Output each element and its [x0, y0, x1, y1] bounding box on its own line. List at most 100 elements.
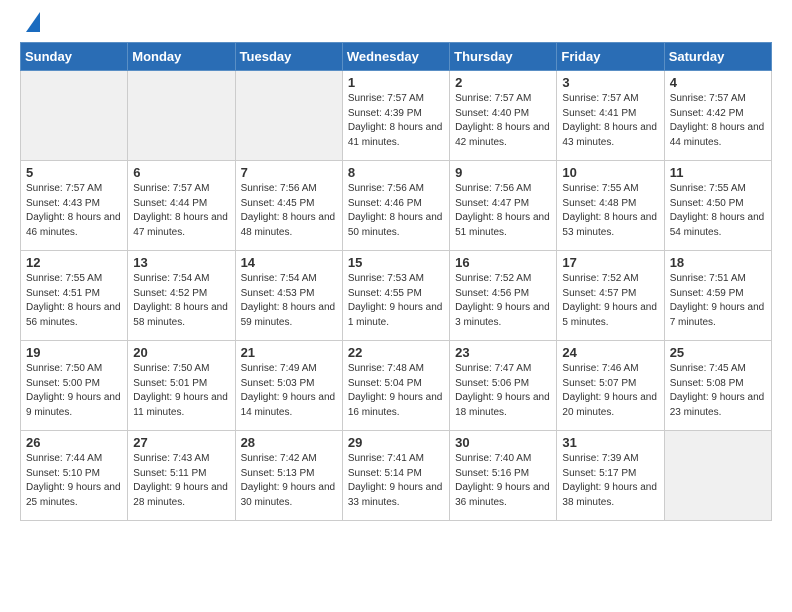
- day-content: Sunrise: 7:57 AM Sunset: 4:39 PM Dayligh…: [348, 92, 444, 150]
- day-content: Sunrise: 7:49 AM Sunset: 5:03 PM Dayligh…: [241, 362, 337, 420]
- calendar-cell: 1 Sunrise: 7:57 AM Sunset: 4:39 PM Daylig…: [342, 71, 449, 161]
- day-number: 31: [562, 435, 658, 450]
- calendar-cell: 7 Sunrise: 7:56 AM Sunset: 4:45 PM Daylig…: [235, 161, 342, 251]
- day-number: 24: [562, 345, 658, 360]
- day-content: Sunrise: 7:54 AM Sunset: 4:52 PM Dayligh…: [133, 272, 229, 330]
- day-header-thursday: Thursday: [450, 43, 557, 71]
- day-number: 14: [241, 255, 337, 270]
- day-number: 29: [348, 435, 444, 450]
- day-number: 11: [670, 165, 766, 180]
- day-content: Sunrise: 7:57 AM Sunset: 4:43 PM Dayligh…: [26, 182, 122, 240]
- week-row: 26 Sunrise: 7:44 AM Sunset: 5:10 PM Dayli…: [21, 431, 772, 521]
- calendar-cell: 16 Sunrise: 7:52 AM Sunset: 4:56 PM Dayli…: [450, 251, 557, 341]
- calendar-cell: 9 Sunrise: 7:56 AM Sunset: 4:47 PM Daylig…: [450, 161, 557, 251]
- day-content: Sunrise: 7:55 AM Sunset: 4:48 PM Dayligh…: [562, 182, 658, 240]
- day-content: Sunrise: 7:55 AM Sunset: 4:51 PM Dayligh…: [26, 272, 122, 330]
- day-content: Sunrise: 7:39 AM Sunset: 5:17 PM Dayligh…: [562, 452, 658, 510]
- calendar-cell: [21, 71, 128, 161]
- day-content: Sunrise: 7:56 AM Sunset: 4:46 PM Dayligh…: [348, 182, 444, 240]
- day-number: 12: [26, 255, 122, 270]
- day-content: Sunrise: 7:57 AM Sunset: 4:42 PM Dayligh…: [670, 92, 766, 150]
- day-content: Sunrise: 7:52 AM Sunset: 4:56 PM Dayligh…: [455, 272, 551, 330]
- calendar-cell: 30 Sunrise: 7:40 AM Sunset: 5:16 PM Dayli…: [450, 431, 557, 521]
- day-content: Sunrise: 7:50 AM Sunset: 5:00 PM Dayligh…: [26, 362, 122, 420]
- calendar-cell: 20Sunrise: 7:50 AM Sunset: 5:01 PM Dayli…: [128, 341, 235, 431]
- day-header-saturday: Saturday: [664, 43, 771, 71]
- header: [20, 16, 772, 32]
- day-number: 10: [562, 165, 658, 180]
- day-number: 1: [348, 75, 444, 90]
- day-header-monday: Monday: [128, 43, 235, 71]
- day-header-wednesday: Wednesday: [342, 43, 449, 71]
- calendar-cell: 29 Sunrise: 7:41 AM Sunset: 5:14 PM Dayli…: [342, 431, 449, 521]
- day-header-tuesday: Tuesday: [235, 43, 342, 71]
- day-content: Sunrise: 7:57 AM Sunset: 4:40 PM Dayligh…: [455, 92, 551, 150]
- calendar-cell: 14 Sunrise: 7:54 AM Sunset: 4:53 PM Dayli…: [235, 251, 342, 341]
- week-row: 5 Sunrise: 7:57 AM Sunset: 4:43 PM Daylig…: [21, 161, 772, 251]
- calendar-cell: 31 Sunrise: 7:39 AM Sunset: 5:17 PM Dayli…: [557, 431, 664, 521]
- day-number: 26: [26, 435, 122, 450]
- day-content: Sunrise: 7:51 AM Sunset: 4:59 PM Dayligh…: [670, 272, 766, 330]
- day-number: 2: [455, 75, 551, 90]
- day-number: 7: [241, 165, 337, 180]
- day-number: 15: [348, 255, 444, 270]
- calendar-cell: 6Sunrise: 7:57 AM Sunset: 4:44 PM Daylig…: [128, 161, 235, 251]
- calendar-cell: 4Sunrise: 7:57 AM Sunset: 4:42 PM Daylig…: [664, 71, 771, 161]
- calendar-cell: 23 Sunrise: 7:47 AM Sunset: 5:06 PM Dayli…: [450, 341, 557, 431]
- day-number: 22: [348, 345, 444, 360]
- day-content: Sunrise: 7:54 AM Sunset: 4:53 PM Dayligh…: [241, 272, 337, 330]
- calendar-table: SundayMondayTuesdayWednesdayThursdayFrid…: [20, 42, 772, 521]
- calendar-cell: 21 Sunrise: 7:49 AM Sunset: 5:03 PM Dayli…: [235, 341, 342, 431]
- day-number: 5: [26, 165, 122, 180]
- calendar-cell: 5 Sunrise: 7:57 AM Sunset: 4:43 PM Daylig…: [21, 161, 128, 251]
- calendar-cell: 24 Sunrise: 7:46 AM Sunset: 5:07 PM Dayli…: [557, 341, 664, 431]
- calendar-cell: 22Sunrise: 7:48 AM Sunset: 5:04 PM Dayli…: [342, 341, 449, 431]
- calendar-cell: 19 Sunrise: 7:50 AM Sunset: 5:00 PM Dayli…: [21, 341, 128, 431]
- day-content: Sunrise: 7:57 AM Sunset: 4:44 PM Dayligh…: [133, 182, 229, 240]
- calendar-cell: 15 Sunrise: 7:53 AM Sunset: 4:55 PM Dayli…: [342, 251, 449, 341]
- calendar-cell: 10 Sunrise: 7:55 AM Sunset: 4:48 PM Dayli…: [557, 161, 664, 251]
- calendar-cell: 17 Sunrise: 7:52 AM Sunset: 4:57 PM Dayli…: [557, 251, 664, 341]
- calendar-cell: 8Sunrise: 7:56 AM Sunset: 4:46 PM Daylig…: [342, 161, 449, 251]
- day-content: Sunrise: 7:46 AM Sunset: 5:07 PM Dayligh…: [562, 362, 658, 420]
- page: SundayMondayTuesdayWednesdayThursdayFrid…: [0, 0, 792, 533]
- day-content: Sunrise: 7:56 AM Sunset: 4:45 PM Dayligh…: [241, 182, 337, 240]
- calendar-cell: 12 Sunrise: 7:55 AM Sunset: 4:51 PM Dayli…: [21, 251, 128, 341]
- day-header-friday: Friday: [557, 43, 664, 71]
- day-number: 16: [455, 255, 551, 270]
- day-number: 17: [562, 255, 658, 270]
- day-content: Sunrise: 7:44 AM Sunset: 5:10 PM Dayligh…: [26, 452, 122, 510]
- week-row: 1 Sunrise: 7:57 AM Sunset: 4:39 PM Daylig…: [21, 71, 772, 161]
- calendar-cell: [664, 431, 771, 521]
- day-number: 13: [133, 255, 229, 270]
- day-number: 9: [455, 165, 551, 180]
- calendar-cell: 11Sunrise: 7:55 AM Sunset: 4:50 PM Dayli…: [664, 161, 771, 251]
- calendar-cell: 18 Sunrise: 7:51 AM Sunset: 4:59 PM Dayli…: [664, 251, 771, 341]
- day-number: 18: [670, 255, 766, 270]
- day-content: Sunrise: 7:43 AM Sunset: 5:11 PM Dayligh…: [133, 452, 229, 510]
- calendar-cell: 27 Sunrise: 7:43 AM Sunset: 5:11 PM Dayli…: [128, 431, 235, 521]
- day-content: Sunrise: 7:53 AM Sunset: 4:55 PM Dayligh…: [348, 272, 444, 330]
- day-content: Sunrise: 7:41 AM Sunset: 5:14 PM Dayligh…: [348, 452, 444, 510]
- calendar-cell: 28Sunrise: 7:42 AM Sunset: 5:13 PM Dayli…: [235, 431, 342, 521]
- calendar-cell: [235, 71, 342, 161]
- day-number: 19: [26, 345, 122, 360]
- calendar-cell: 13 Sunrise: 7:54 AM Sunset: 4:52 PM Dayli…: [128, 251, 235, 341]
- day-number: 21: [241, 345, 337, 360]
- logo: [20, 16, 40, 32]
- day-content: Sunrise: 7:47 AM Sunset: 5:06 PM Dayligh…: [455, 362, 551, 420]
- week-row: 19 Sunrise: 7:50 AM Sunset: 5:00 PM Dayli…: [21, 341, 772, 431]
- day-number: 23: [455, 345, 551, 360]
- calendar-cell: 26 Sunrise: 7:44 AM Sunset: 5:10 PM Dayli…: [21, 431, 128, 521]
- day-content: Sunrise: 7:57 AM Sunset: 4:41 PM Dayligh…: [562, 92, 658, 150]
- day-content: Sunrise: 7:52 AM Sunset: 4:57 PM Dayligh…: [562, 272, 658, 330]
- calendar-cell: [128, 71, 235, 161]
- week-row: 12 Sunrise: 7:55 AM Sunset: 4:51 PM Dayli…: [21, 251, 772, 341]
- day-content: Sunrise: 7:50 AM Sunset: 5:01 PM Dayligh…: [133, 362, 229, 420]
- day-content: Sunrise: 7:40 AM Sunset: 5:16 PM Dayligh…: [455, 452, 551, 510]
- day-number: 27: [133, 435, 229, 450]
- day-content: Sunrise: 7:56 AM Sunset: 4:47 PM Dayligh…: [455, 182, 551, 240]
- day-header-sunday: Sunday: [21, 43, 128, 71]
- calendar-header-row: SundayMondayTuesdayWednesdayThursdayFrid…: [21, 43, 772, 71]
- day-number: 30: [455, 435, 551, 450]
